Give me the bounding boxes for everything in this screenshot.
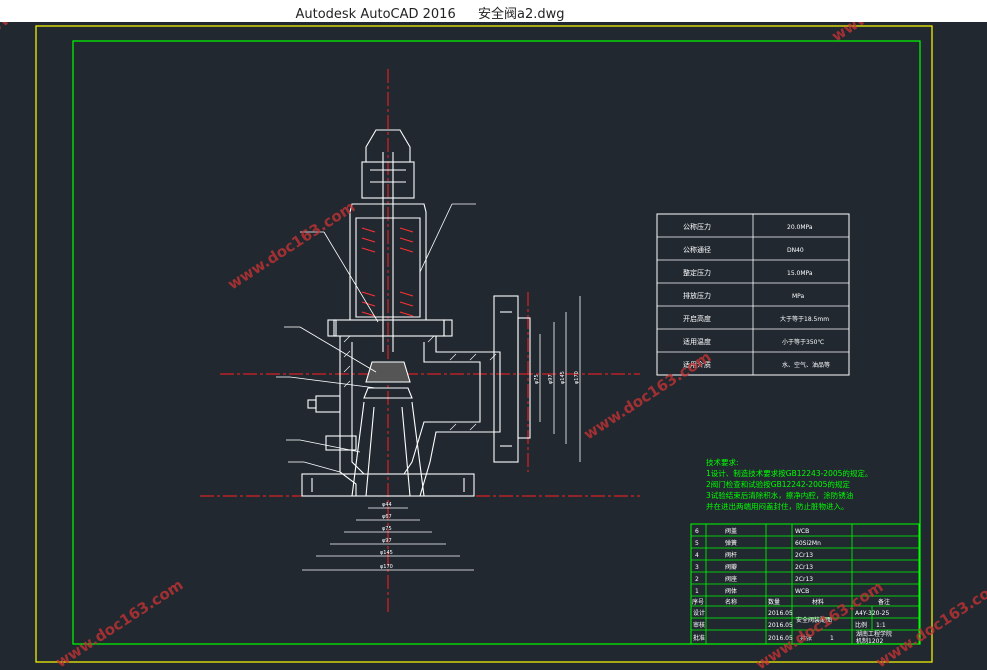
tech-line: 1设计、制造技术要求按GB12243-2005的规定。	[706, 468, 872, 478]
svg-text:1:1: 1:1	[876, 622, 886, 629]
svg-text:φ44: φ44	[382, 502, 392, 508]
spec-table: 公称压力 公称通径 整定压力 排放压力 开启高度 适用温度 适用介质 20.0M…	[656, 213, 850, 376]
spec-label: 整定压力	[683, 268, 711, 277]
svg-text:2016.05: 2016.05	[768, 610, 793, 617]
svg-text:审核: 审核	[693, 621, 705, 629]
spec-label: 适用温度	[683, 337, 711, 346]
svg-text:φ67: φ67	[382, 514, 392, 520]
svg-text:2016.05: 2016.05	[768, 622, 793, 629]
tech-line: 2阀门检查和试验按GB12242-2005的规定	[706, 479, 850, 489]
spec-value: 小于等于350℃	[782, 338, 824, 346]
spec-label: 公称通径	[683, 245, 711, 254]
svg-text:φ97: φ97	[382, 538, 392, 544]
svg-text:www.doc163.com: www.doc163.com	[224, 198, 358, 294]
tech-line: 3试验结束后清除积水，擦净内腔，涂防锈油	[706, 490, 853, 500]
spec-value: MPa	[792, 293, 805, 300]
spec-label: 公称压力	[683, 222, 711, 231]
tech-title: 技术要求:	[706, 457, 739, 467]
svg-text:弹簧: 弹簧	[725, 539, 737, 547]
svg-text:φ145: φ145	[560, 371, 566, 384]
svg-text:1: 1	[695, 588, 699, 595]
window-titlebar: Autodesk AutoCAD 2016 安全阀a2.dwg	[0, 0, 987, 22]
svg-text:www.doc163.com: www.doc163.com	[872, 576, 987, 670]
svg-text:湖南工程学院: 湖南工程学院	[856, 630, 892, 638]
svg-text:2Cr13: 2Cr13	[795, 552, 813, 559]
file-name: 安全阀a2.dwg	[478, 7, 565, 22]
svg-text:阀盖: 阀盖	[725, 527, 737, 535]
svg-text:比例: 比例	[855, 621, 867, 629]
svg-text:1: 1	[830, 635, 834, 642]
svg-text:φ170: φ170	[380, 564, 393, 570]
spec-value: 大于等于18.5mm	[780, 315, 829, 323]
spec-value: 20.0MPa	[787, 224, 813, 231]
spec-value: 15.0MPa	[787, 270, 813, 277]
svg-text:数量: 数量	[768, 598, 780, 606]
dimensions	[302, 296, 581, 571]
svg-text:6: 6	[695, 528, 699, 535]
svg-text:4: 4	[695, 552, 699, 559]
svg-text:WCB: WCB	[795, 588, 809, 595]
drawing-canvas[interactable]: φ44 φ67 φ75 φ97 φ145 φ170 φ75 φ97 φ145 φ…	[0, 22, 987, 670]
dimension-labels: φ44 φ67 φ75 φ97 φ145 φ170	[380, 502, 393, 570]
svg-text:A4Y-320-25: A4Y-320-25	[855, 610, 889, 617]
valve-assembly	[276, 129, 531, 497]
tech-requirements: 技术要求: 1设计、制造技术要求按GB12243-2005的规定。 2阀门检查和…	[706, 457, 872, 511]
svg-text:备注: 备注	[878, 598, 890, 606]
svg-text:φ97: φ97	[548, 374, 554, 384]
tech-line: 并在进出两端用闷盖封住，防止脏物进入。	[706, 501, 849, 511]
svg-text:2Cr13: 2Cr13	[795, 564, 813, 571]
spec-label: 开启高度	[683, 314, 711, 323]
svg-text:φ75: φ75	[534, 374, 540, 384]
spec-value: 水、空气、油品等	[782, 361, 830, 369]
svg-text:序号: 序号	[692, 598, 704, 606]
svg-text:φ75: φ75	[382, 526, 392, 532]
window-title: Autodesk AutoCAD 2016 安全阀a2.dwg	[0, 3, 860, 22]
svg-text:φ170: φ170	[574, 371, 580, 384]
svg-text:批准: 批准	[693, 634, 705, 642]
svg-text:5: 5	[695, 540, 699, 547]
svg-text:名称: 名称	[725, 598, 737, 606]
svg-text:www.doc163.com: www.doc163.com	[580, 348, 714, 444]
svg-text:WCB: WCB	[795, 528, 809, 535]
svg-text:阀瓣: 阀瓣	[725, 563, 737, 571]
spec-value: DN40	[787, 247, 804, 254]
svg-text:机制1202: 机制1202	[856, 637, 883, 645]
app-name: Autodesk AutoCAD 2016	[295, 7, 456, 22]
svg-text:3: 3	[695, 564, 699, 571]
spec-label: 排放压力	[683, 291, 711, 300]
svg-text:阀座: 阀座	[725, 575, 737, 583]
svg-text:60Si2Mn: 60Si2Mn	[795, 540, 821, 547]
svg-text:2: 2	[695, 576, 699, 583]
svg-text:φ145: φ145	[380, 550, 393, 556]
svg-text:材料: 材料	[812, 598, 824, 606]
svg-text:阀杆: 阀杆	[725, 551, 737, 559]
svg-text:阀体: 阀体	[725, 587, 737, 595]
vertical-dimension-labels: φ75 φ97 φ145 φ170	[534, 371, 580, 384]
centerlines	[200, 69, 640, 612]
svg-text:2Cr13: 2Cr13	[795, 576, 813, 583]
svg-text:设计: 设计	[693, 609, 705, 617]
